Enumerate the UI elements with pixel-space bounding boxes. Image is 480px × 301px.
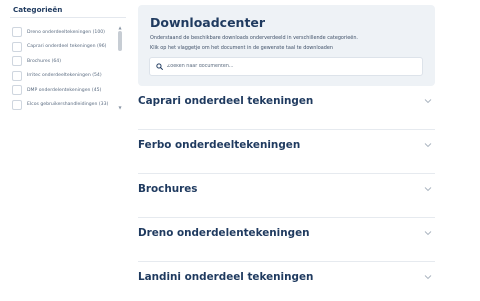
- chevron-down-icon[interactable]: [424, 274, 432, 280]
- page-description-hint: Klik op het vlaggetje om het document in…: [150, 45, 333, 51]
- section-title: Caprari onderdeel tekeningen: [138, 95, 314, 107]
- category-label: Brochures (64): [27, 58, 61, 64]
- page-title: Downloadcenter: [150, 15, 266, 30]
- search-icon: [156, 63, 163, 70]
- page-description: Onderstaand de beschikbare downloads ond…: [150, 35, 358, 41]
- category-sidebar: Categorieën Dreno onderdeeltekeningen (1…: [0, 0, 128, 118]
- download-center-card: Downloadcenter Onderstaand de beschikbar…: [138, 5, 435, 86]
- scroll-down-arrow-icon[interactable]: ▼: [117, 105, 123, 110]
- category-item[interactable]: Irritec onderdeeltekeningen (54): [12, 69, 112, 84]
- category-label: DMP onderdelentekeningen (45): [27, 87, 102, 93]
- section-title: Landini onderdeel tekeningen: [138, 271, 314, 283]
- section-brochures[interactable]: Brochures: [138, 174, 435, 218]
- chevron-down-icon[interactable]: [424, 230, 432, 236]
- category-item[interactable]: Brochures (64): [12, 54, 112, 69]
- chevron-down-icon[interactable]: [424, 142, 432, 148]
- section-dreno[interactable]: Dreno onderdelentekeningen: [138, 218, 435, 262]
- category-checkbox[interactable]: [12, 56, 22, 67]
- category-label: Dreno onderdeeltekeningen (100): [27, 29, 105, 35]
- search-input[interactable]: [167, 64, 417, 69]
- category-item[interactable]: Dreno onderdeeltekeningen (100): [12, 25, 112, 40]
- section-caprari[interactable]: Caprari onderdeel tekeningen: [138, 86, 435, 130]
- section-title: Brochures: [138, 183, 198, 195]
- scroll-up-arrow-icon[interactable]: ▲: [117, 25, 123, 30]
- category-item[interactable]: DMP onderdelentekeningen (45): [12, 83, 112, 98]
- section-title: Dreno onderdelentekeningen: [138, 227, 310, 239]
- category-item[interactable]: Caprari onderdeel tekeningen (96): [12, 40, 112, 55]
- scroll-thumb[interactable]: [118, 31, 122, 51]
- category-checkbox[interactable]: [12, 41, 22, 52]
- section-ferbo[interactable]: Ferbo onderdeeltekeningen: [138, 130, 435, 174]
- category-label: Elcos gebruikershandleidingen (33): [27, 102, 109, 108]
- category-item[interactable]: Elcos gebruikershandleidingen (33): [12, 98, 112, 113]
- section-title: Ferbo onderdeeltekeningen: [138, 139, 301, 151]
- category-checkbox[interactable]: [12, 27, 22, 38]
- chevron-down-icon[interactable]: [424, 186, 432, 192]
- sidebar-divider: [10, 17, 126, 18]
- category-checkbox[interactable]: [12, 70, 22, 81]
- category-scrollbar[interactable]: ▲ ▼: [117, 25, 123, 110]
- download-sections: Caprari onderdeel tekeningen Ferbo onder…: [138, 86, 435, 301]
- category-checkbox[interactable]: [12, 85, 22, 96]
- category-label: Irritec onderdeeltekeningen (54): [27, 73, 102, 79]
- search-box[interactable]: [149, 57, 423, 76]
- category-checkbox[interactable]: [12, 99, 22, 110]
- category-label: Caprari onderdeel tekeningen (96): [27, 44, 107, 50]
- section-landini[interactable]: Landini onderdeel tekeningen: [138, 262, 435, 301]
- chevron-down-icon[interactable]: [424, 98, 432, 104]
- category-list: Dreno onderdeeltekeningen (100) Caprari …: [12, 25, 112, 112]
- sidebar-title: Categorieën: [13, 5, 63, 14]
